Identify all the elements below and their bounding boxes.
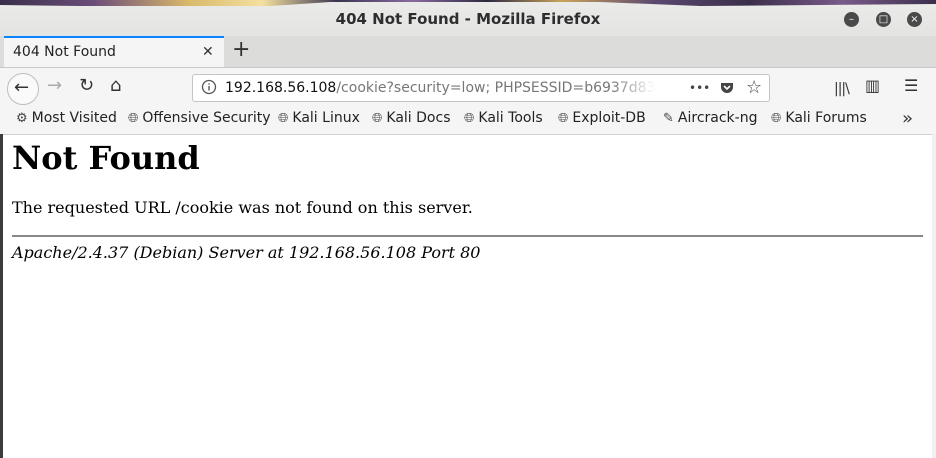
- window-left-edge: [0, 134, 3, 458]
- tab-title: 404 Not Found: [13, 44, 116, 60]
- back-arrow-icon: ←: [14, 77, 30, 98]
- tab-close-icon[interactable]: ✕: [202, 44, 214, 60]
- bookmarks-toolbar: ⚙ Most Visited 🌐︎ Offensive Security 🌐︎ Kal…: [0, 108, 936, 135]
- url-path: /cookie?security=low; PHPSESSID=b6937d83…: [336, 80, 655, 96]
- bookmark-label: Kali Tools: [478, 110, 543, 126]
- url-bar[interactable]: 192.168.56.108/cookie?security=low; PHPS…: [192, 74, 770, 102]
- library-icon[interactable]: |||\: [834, 79, 850, 99]
- navigation-toolbar: ← → ↻ ⌂ 192.168.56.108/cookie?security=l…: [0, 68, 936, 108]
- globe-icon: 🌐︎: [771, 111, 782, 126]
- window-right-edge: [932, 134, 936, 458]
- url-host: 192.168.56.108: [225, 80, 337, 96]
- server-signature: Apache/2.4.37 (Debian) Server at 192.168…: [12, 243, 481, 262]
- site-info-icon[interactable]: [201, 79, 217, 95]
- globe-icon: 🌐︎: [128, 111, 139, 126]
- bookmark-kali-linux[interactable]: 🌐︎ Kali Linux: [278, 110, 360, 126]
- minimize-button[interactable]: –: [844, 12, 859, 27]
- globe-icon: 🌐︎: [558, 111, 569, 126]
- bookmark-aircrack-ng[interactable]: ✎ Aircrack-ng: [663, 110, 757, 126]
- globe-icon: 🌐︎: [278, 111, 289, 126]
- bookmark-kali-docs[interactable]: 🌐︎ Kali Docs: [372, 110, 451, 126]
- error-message: The requested URL /cookie was not found …: [12, 198, 473, 217]
- bookmark-label: Kali Docs: [386, 110, 451, 126]
- tab-strip: 404 Not Found ✕: [0, 36, 936, 68]
- forward-button[interactable]: →: [47, 76, 62, 96]
- page-content: Not Found The requested URL /cookie was …: [0, 135, 936, 458]
- window-titlebar: 404 Not Found - Mozilla Firefox – □ ×: [0, 0, 936, 38]
- reload-button[interactable]: ↻: [79, 76, 94, 96]
- bookmark-label: Kali Linux: [292, 110, 360, 126]
- globe-icon: 🌐︎: [372, 111, 383, 126]
- bookmark-label: Aircrack-ng: [677, 110, 758, 126]
- window-title: 404 Not Found - Mozilla Firefox: [335, 10, 601, 28]
- bookmark-offensive-security[interactable]: 🌐︎ Offensive Security: [128, 110, 271, 126]
- back-button[interactable]: ←: [7, 73, 39, 105]
- bookmark-star-icon[interactable]: ☆: [746, 77, 762, 98]
- bookmark-label: Most Visited: [31, 110, 117, 126]
- menu-icon[interactable]: ☰: [904, 76, 918, 96]
- aircrack-icon: ✎: [663, 111, 674, 126]
- gear-icon: ⚙: [16, 111, 28, 126]
- bookmark-label: Kali Forums: [785, 110, 867, 126]
- globe-icon: 🌐︎: [464, 111, 475, 126]
- bookmark-exploit-db[interactable]: 🌐︎ Exploit-DB: [558, 110, 646, 126]
- new-tab-button[interactable]: +: [232, 38, 250, 62]
- sidebar-icon[interactable]: ▥: [865, 76, 880, 96]
- page-heading: Not Found: [12, 139, 200, 177]
- pocket-icon[interactable]: [719, 80, 735, 96]
- bookmark-kali-forums[interactable]: 🌐︎ Kali Forums: [771, 110, 867, 126]
- maximize-button[interactable]: □: [876, 12, 891, 27]
- bookmarks-overflow-icon[interactable]: »: [902, 108, 913, 129]
- home-button[interactable]: ⌂: [110, 76, 121, 96]
- bookmark-label: Offensive Security: [142, 110, 271, 126]
- divider: [12, 235, 923, 237]
- bookmark-most-visited[interactable]: ⚙ Most Visited: [16, 110, 117, 126]
- close-window-button[interactable]: ×: [907, 12, 922, 27]
- tab-404-not-found[interactable]: 404 Not Found ✕: [4, 36, 224, 67]
- url-text[interactable]: 192.168.56.108/cookie?security=low; PHPS…: [225, 80, 655, 96]
- page-actions-icon[interactable]: •••: [689, 81, 710, 95]
- bookmark-label: Exploit-DB: [572, 110, 646, 126]
- bookmark-kali-tools[interactable]: 🌐︎ Kali Tools: [464, 110, 543, 126]
